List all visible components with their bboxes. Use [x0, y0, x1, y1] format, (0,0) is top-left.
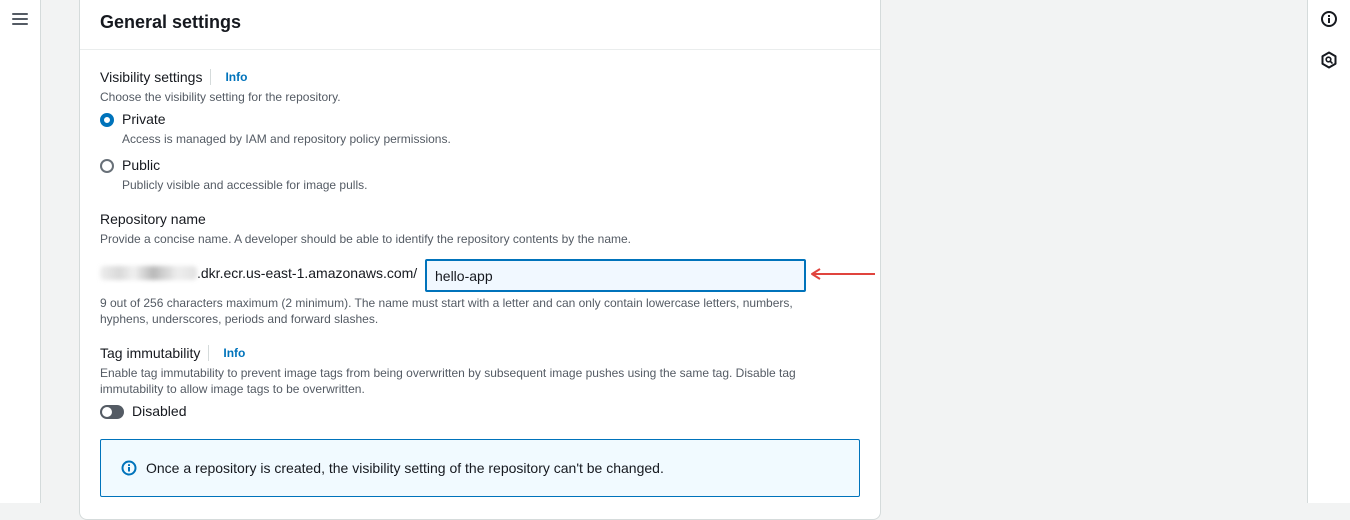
tag-description-line-1: Enable tag immutability to prevent image… — [100, 366, 796, 380]
tag-immutability-state-label: Disabled — [132, 403, 187, 419]
panel-title: General settings — [100, 12, 242, 32]
toggle-knob — [102, 407, 112, 417]
tag-description-line-2: immutability to allow image tags to be o… — [100, 382, 365, 396]
tag-immutability-toggle[interactable] — [100, 405, 124, 419]
repository-name-input[interactable] — [425, 259, 806, 292]
divider — [210, 69, 212, 85]
visibility-settings-heading: Visibility settings Info — [100, 69, 247, 85]
tag-immutability-info-link[interactable]: Info — [223, 346, 245, 360]
tag-immutability-heading: Tag immutability Info — [100, 345, 245, 361]
public-option-label[interactable]: Public — [122, 157, 160, 173]
constraint-line-1: 9 out of 256 characters maximum (2 minim… — [100, 296, 793, 310]
repository-name-label: Repository name — [100, 211, 206, 227]
hamburger-menu-icon[interactable] — [12, 13, 28, 27]
redacted-account-id — [100, 266, 197, 280]
info-circle-icon[interactable] — [1320, 10, 1338, 28]
hexagon-search-icon[interactable] — [1320, 51, 1338, 69]
private-option-description: Access is managed by IAM and repository … — [122, 132, 451, 146]
constraint-line-2: hyphens, underscores, periods and forwar… — [100, 312, 379, 326]
visibility-description: Choose the visibility setting for the re… — [100, 90, 341, 104]
registry-domain-text: .dkr.ecr.us-east-1.amazonaws.com/ — [197, 265, 418, 281]
public-option-description: Publicly visible and accessible for imag… — [122, 178, 368, 192]
red-arrow-icon — [809, 267, 877, 285]
repository-name-description: Provide a concise name. A developer shou… — [100, 232, 631, 246]
visibility-info-link[interactable]: Info — [225, 70, 247, 84]
info-circle-icon — [121, 460, 137, 481]
tag-immutability-description: Enable tag immutability to prevent image… — [100, 365, 840, 397]
divider — [208, 345, 210, 361]
right-tools-rail — [1307, 0, 1350, 503]
private-radio[interactable] — [100, 113, 114, 127]
tag-immutability-label: Tag immutability — [100, 345, 201, 361]
public-radio[interactable] — [100, 159, 114, 173]
general-settings-panel: General settings Visibility settings Inf… — [79, 0, 881, 520]
visibility-settings-label: Visibility settings — [100, 69, 203, 85]
alert-text: Once a repository is created, the visibi… — [146, 460, 664, 476]
repository-uri-prefix: .dkr.ecr.us-east-1.amazonaws.com/ — [100, 265, 417, 283]
panel-header: General settings — [80, 0, 880, 50]
repository-name-constraints: 9 out of 256 characters maximum (2 minim… — [100, 295, 840, 327]
left-nav-rail — [0, 0, 41, 503]
visibility-info-alert: Once a repository is created, the visibi… — [100, 439, 860, 497]
private-option-label[interactable]: Private — [122, 111, 166, 127]
